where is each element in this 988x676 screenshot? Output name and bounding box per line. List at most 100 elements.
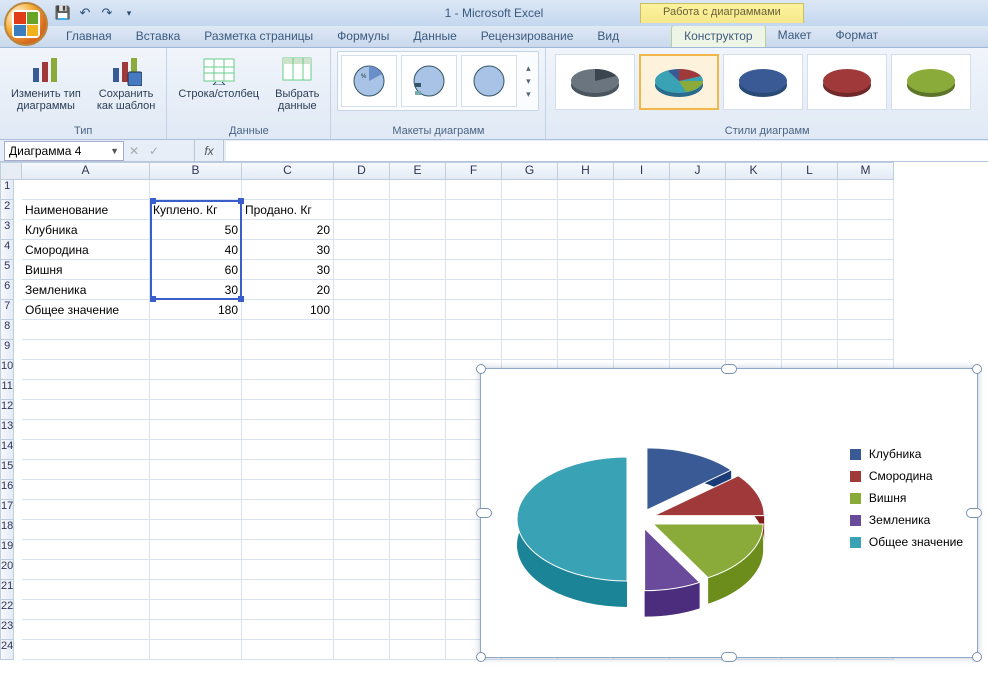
resize-handle-sw[interactable]	[476, 652, 486, 662]
change-chart-type-button[interactable]: Изменить тип диаграммы	[6, 51, 86, 115]
cell[interactable]	[558, 320, 614, 340]
cell[interactable]	[446, 220, 502, 240]
cell[interactable]	[150, 440, 242, 460]
cell[interactable]	[670, 280, 726, 300]
cell[interactable]	[838, 220, 894, 240]
cell[interactable]	[242, 620, 334, 640]
cell[interactable]	[150, 620, 242, 640]
cell[interactable]	[670, 260, 726, 280]
cell[interactable]	[22, 340, 150, 360]
tab-home[interactable]: Главная	[54, 26, 124, 47]
row-header[interactable]: 9	[0, 340, 14, 360]
cell[interactable]	[782, 240, 838, 260]
column-header[interactable]: M	[838, 162, 894, 180]
cell[interactable]: 40	[150, 240, 242, 260]
cell[interactable]	[782, 320, 838, 340]
cell[interactable]	[670, 200, 726, 220]
cell[interactable]	[242, 440, 334, 460]
cell[interactable]: 100	[242, 300, 334, 320]
style-2-selected[interactable]	[639, 54, 719, 110]
resize-handle-n[interactable]	[721, 364, 737, 374]
style-3[interactable]	[723, 54, 803, 110]
cell[interactable]: 20	[242, 220, 334, 240]
cell[interactable]	[670, 220, 726, 240]
row-header[interactable]: 19	[0, 540, 14, 560]
cell[interactable]	[782, 340, 838, 360]
cell[interactable]	[446, 260, 502, 280]
cell[interactable]	[22, 600, 150, 620]
cell[interactable]	[726, 280, 782, 300]
cell[interactable]: 30	[150, 280, 242, 300]
cell[interactable]	[614, 320, 670, 340]
cell[interactable]	[614, 180, 670, 200]
column-header[interactable]: I	[614, 162, 670, 180]
name-box[interactable]: Диаграмма 4 ▼	[4, 141, 124, 161]
cell[interactable]	[22, 380, 150, 400]
enter-icon[interactable]: ✓	[144, 144, 164, 158]
cell[interactable]	[22, 480, 150, 500]
cell[interactable]	[334, 440, 390, 460]
cell[interactable]	[782, 180, 838, 200]
layout-2[interactable]	[401, 55, 457, 107]
cell[interactable]	[838, 260, 894, 280]
cell[interactable]	[390, 240, 446, 260]
cell[interactable]	[838, 340, 894, 360]
cell[interactable]	[242, 580, 334, 600]
cell[interactable]	[726, 300, 782, 320]
row-header[interactable]: 24	[0, 640, 14, 660]
cell[interactable]	[614, 260, 670, 280]
cell[interactable]	[838, 240, 894, 260]
cell[interactable]	[390, 380, 446, 400]
cell[interactable]	[390, 600, 446, 620]
cell[interactable]	[242, 360, 334, 380]
layout-1[interactable]: %	[341, 55, 397, 107]
legend-item[interactable]: Вишня	[850, 491, 963, 505]
cell[interactable]	[446, 300, 502, 320]
cell[interactable]	[390, 220, 446, 240]
style-5[interactable]	[891, 54, 971, 110]
column-header[interactable]: B	[150, 162, 242, 180]
cell[interactable]	[726, 260, 782, 280]
cancel-icon[interactable]: ✕	[124, 144, 144, 158]
cell[interactable]	[838, 280, 894, 300]
cell[interactable]	[558, 280, 614, 300]
cell[interactable]	[150, 380, 242, 400]
cell[interactable]	[838, 320, 894, 340]
cell[interactable]	[334, 600, 390, 620]
style-1[interactable]	[555, 54, 635, 110]
cell[interactable]	[242, 560, 334, 580]
selection-handle[interactable]	[150, 296, 156, 302]
cell[interactable]	[334, 420, 390, 440]
undo-icon[interactable]: ↶	[76, 4, 94, 22]
cell[interactable]	[390, 300, 446, 320]
row-header[interactable]: 11	[0, 380, 14, 400]
cell[interactable]	[334, 380, 390, 400]
cell[interactable]	[502, 300, 558, 320]
column-header[interactable]: A	[22, 162, 150, 180]
cell[interactable]	[390, 520, 446, 540]
resize-handle-s[interactable]	[721, 652, 737, 662]
cell[interactable]	[390, 440, 446, 460]
cell[interactable]	[150, 640, 242, 660]
cell[interactable]	[390, 400, 446, 420]
row-header[interactable]: 17	[0, 500, 14, 520]
cell[interactable]	[22, 420, 150, 440]
redo-icon[interactable]: ↷	[98, 4, 116, 22]
row-header[interactable]: 10	[0, 360, 14, 380]
cell[interactable]: Куплено. Кг	[150, 200, 242, 220]
cell[interactable]	[150, 400, 242, 420]
column-header[interactable]: K	[726, 162, 782, 180]
row-header[interactable]: 20	[0, 560, 14, 580]
cell[interactable]	[150, 540, 242, 560]
cell[interactable]	[334, 400, 390, 420]
cell[interactable]	[390, 280, 446, 300]
cell[interactable]	[242, 320, 334, 340]
cell[interactable]	[22, 400, 150, 420]
cell[interactable]	[150, 460, 242, 480]
cell[interactable]	[22, 640, 150, 660]
cell[interactable]	[334, 580, 390, 600]
cell[interactable]	[390, 560, 446, 580]
cell[interactable]	[390, 180, 446, 200]
cell[interactable]: 50	[150, 220, 242, 240]
row-header[interactable]: 5	[0, 260, 14, 280]
